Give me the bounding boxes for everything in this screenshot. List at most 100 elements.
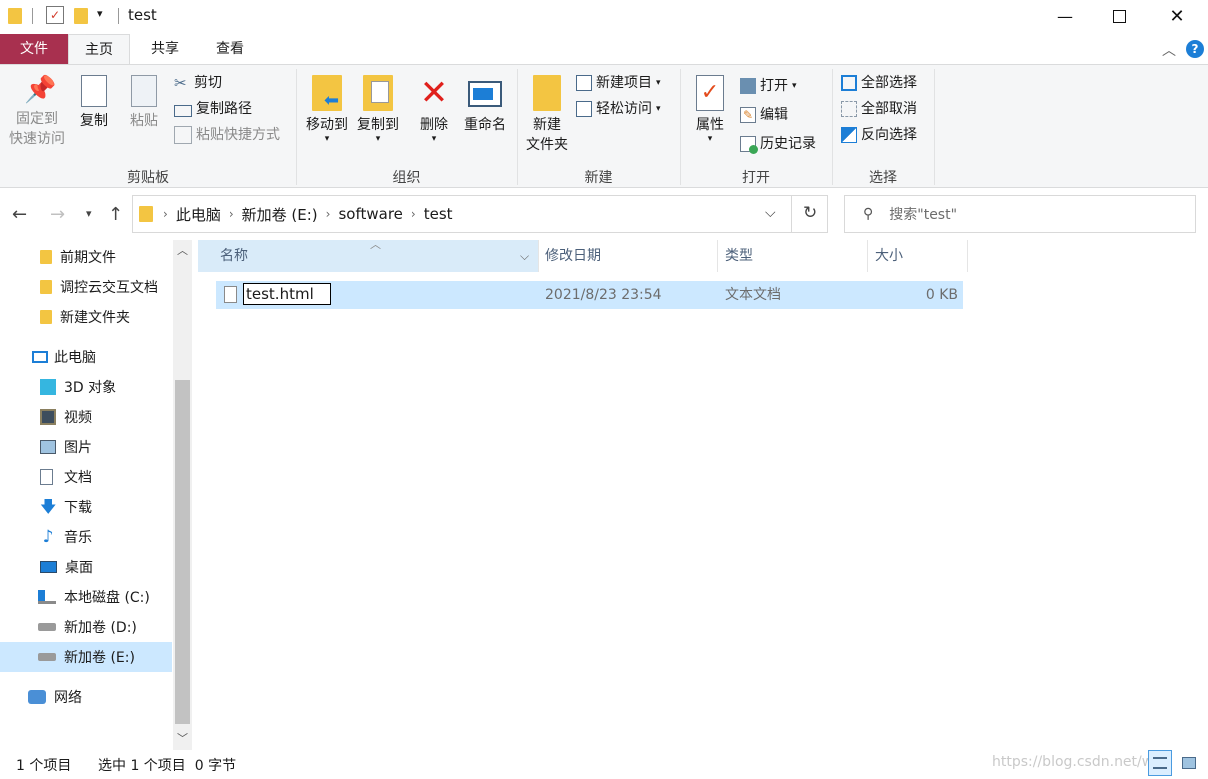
edit-button[interactable]: ✎ 编辑 [740, 104, 788, 126]
nav-item-drive-e[interactable]: 新加卷 (E:) [0, 642, 172, 672]
breadcrumb-test[interactable]: test [424, 205, 453, 223]
nav-item-3d-objects[interactable]: 3D 对象 [0, 372, 172, 402]
delete-dropdown-icon: ▾ [431, 134, 437, 144]
nav-item-drive-c[interactable]: 本地磁盘 (C:) [0, 582, 172, 612]
select-all-button[interactable]: 全部选择 [841, 72, 917, 94]
search-box[interactable]: ⚲ 搜索"test" [844, 195, 1196, 233]
nav-item-label: 网络 [54, 690, 82, 706]
nav-item-quick-2[interactable]: 调控云交互文档 [0, 272, 172, 302]
column-divider[interactable] [967, 240, 968, 272]
move-to-button[interactable]: ⬅ 移动到 ▾ [302, 75, 352, 144]
paste-shortcut-button[interactable]: 粘贴快捷方式 [174, 124, 280, 146]
column-filter-chevron-icon[interactable]: ⌵ [520, 240, 529, 272]
large-icons-view-button[interactable] [1178, 754, 1200, 774]
details-view-button[interactable] [1148, 750, 1172, 776]
computer-icon [32, 351, 48, 363]
system-drive-icon [38, 590, 56, 604]
select-all-label: 全部选择 [861, 75, 917, 91]
tab-view[interactable]: 查看 [200, 34, 260, 64]
column-divider[interactable] [538, 240, 539, 272]
new-folder-label: 新建 文件夹 [526, 117, 568, 153]
new-item-button[interactable]: 新建项目 ▾ [576, 72, 661, 94]
help-icon[interactable]: ? [1186, 40, 1204, 58]
organize-group-label: 组织 [392, 170, 421, 186]
nav-item-label: 视频 [64, 410, 92, 426]
nav-item-quick-3[interactable]: 新建文件夹 [0, 302, 172, 332]
breadcrumb-software[interactable]: software [338, 205, 402, 223]
new-folder-button[interactable]: 新建 文件夹 [520, 75, 574, 155]
selection-info: 选中 1 个项目 0 字节 [98, 758, 237, 774]
nav-item-videos[interactable]: 视频 [0, 402, 172, 432]
new-folder-quick-icon[interactable] [74, 8, 88, 24]
column-size[interactable]: 大小 [875, 240, 967, 272]
nav-item-label: 调控云交互文档 [60, 280, 158, 296]
chevron-right-icon: › [163, 207, 168, 221]
file-size: 0 KB [925, 287, 958, 303]
copy-button[interactable]: 复制 [74, 75, 114, 131]
back-button[interactable]: ← [12, 204, 27, 225]
window-title: test [128, 6, 157, 24]
copy-to-button[interactable]: 复制到 ▾ [353, 75, 403, 144]
recent-locations-button[interactable]: ▾ [86, 207, 92, 220]
nav-item-quick-1[interactable]: 前期文件 [0, 242, 172, 272]
scroll-down-icon[interactable]: ﹀ [177, 730, 188, 746]
copy-path-icon [174, 104, 192, 117]
collapse-ribbon-icon[interactable]: ︿ [1162, 40, 1176, 60]
pin-quick-access-button[interactable]: 📌 固定到 快速访问 [4, 75, 70, 149]
nav-item-music[interactable]: ♪ 音乐 [0, 522, 172, 552]
folder-icon [139, 206, 153, 222]
tab-file[interactable]: 文件 [0, 34, 68, 64]
scroll-up-icon[interactable]: ︿ [177, 242, 188, 258]
pin-label: 固定到 快速访问 [9, 111, 65, 147]
column-modified[interactable]: 修改日期 [545, 240, 717, 272]
minimize-button[interactable]: — [1042, 0, 1088, 32]
copy-to-dropdown-icon: ▾ [375, 134, 381, 144]
copy-icon [81, 75, 107, 107]
divider [791, 196, 792, 232]
breadcrumb-this-pc[interactable]: 此电脑 [176, 204, 221, 225]
nav-item-label: 图片 [64, 440, 92, 456]
copy-label: 复制 [80, 113, 108, 129]
nav-item-downloads[interactable]: 🡇 下载 [0, 492, 172, 522]
forward-button[interactable]: → [50, 204, 65, 225]
invert-selection-button[interactable]: 反向选择 [841, 124, 917, 146]
nav-item-desktop[interactable]: 桌面 [0, 552, 172, 582]
column-name[interactable]: 名称 [198, 240, 538, 272]
address-bar[interactable]: › 此电脑 › 新加卷 (E:) › software › test ⌵ ↻ [132, 195, 828, 233]
rename-input[interactable]: test.html [243, 283, 331, 305]
delete-button[interactable]: ✕ 删除 ▾ [414, 75, 454, 144]
cut-button[interactable]: ✂ 剪切 [174, 72, 222, 94]
copy-path-label: 复制路径 [196, 101, 252, 117]
column-divider[interactable] [867, 240, 868, 272]
breadcrumb-drive-e[interactable]: 新加卷 (E:) [242, 204, 318, 225]
easy-access-button[interactable]: 轻松访问 ▾ [576, 98, 661, 120]
address-history-chevron-icon[interactable]: ⌵ [765, 205, 776, 221]
history-button[interactable]: 历史记录 [740, 133, 816, 155]
nav-item-this-pc[interactable]: 此电脑 [0, 342, 172, 372]
nav-item-network[interactable]: 网络 [0, 682, 172, 712]
minimize-icon: — [1057, 6, 1073, 26]
nav-item-pictures[interactable]: 图片 [0, 432, 172, 462]
refresh-icon[interactable]: ↻ [803, 203, 817, 223]
text-file-icon [224, 286, 237, 303]
rename-button[interactable]: 重命名 [458, 75, 512, 135]
open-button[interactable]: 打开 ▾ [740, 75, 797, 97]
close-button[interactable]: ✕ [1154, 0, 1200, 32]
properties-quick-icon[interactable]: ✓ [46, 6, 64, 24]
nav-item-documents[interactable]: 文档 [0, 462, 172, 492]
select-none-button[interactable]: 全部取消 [841, 98, 917, 120]
customize-toolbar-icon[interactable]: ▾ [97, 7, 103, 20]
properties-button[interactable]: ✓ 属性 ▾ [690, 75, 730, 144]
up-button[interactable]: ↑ [108, 204, 123, 225]
copy-path-button[interactable]: 复制路径 [174, 98, 252, 120]
tab-home[interactable]: 主页 [68, 34, 130, 64]
paste-button[interactable]: 粘贴 [124, 75, 164, 131]
nav-item-drive-d[interactable]: 新加卷 (D:) [0, 612, 172, 642]
column-divider[interactable] [717, 240, 718, 272]
scrollbar-thumb[interactable] [175, 380, 190, 724]
maximize-button[interactable] [1096, 0, 1142, 32]
tab-share[interactable]: 共享 [136, 34, 194, 64]
properties-label: 属性 [696, 117, 724, 133]
column-type[interactable]: 类型 [725, 240, 867, 272]
search-placeholder: 搜索"test" [889, 207, 958, 223]
